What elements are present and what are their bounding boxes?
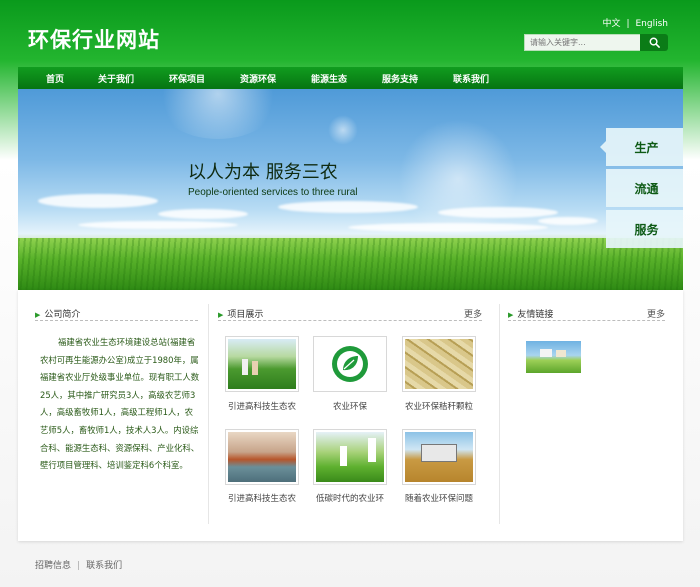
nav-item-service[interactable]: 服务支持 — [382, 72, 453, 85]
project-image-tea-field — [228, 339, 296, 389]
main-navigation: 首页 关于我们 环保项目 资源环保 能源生态 服务支持 联系我们 — [18, 67, 683, 89]
project-thumbnail[interactable] — [225, 336, 299, 392]
project-label[interactable]: 农业环保 — [305, 400, 395, 412]
banner-tab-production[interactable]: 生产 — [606, 128, 683, 166]
banner-tab-service[interactable]: 服务 — [606, 210, 683, 248]
column-divider — [208, 304, 209, 524]
cloud — [38, 194, 158, 208]
project-label[interactable]: 引进高科技生态农 — [217, 492, 307, 504]
about-title-text[interactable]: 公司简介 — [44, 310, 80, 320]
about-description: 福建省农业生态环境建设总站(福建省农村可再生能源办公室)成立于1980年，属福建… — [40, 337, 200, 471]
links-section-title: ▶ 友情链接 更多 — [508, 307, 665, 321]
hero-banner: 以人为本 服务三农 People-oriented services to th… — [18, 89, 683, 290]
project-image-eco-logo — [316, 339, 384, 389]
footer-separator: | — [77, 561, 81, 571]
arrow-right-icon: ▶ — [508, 311, 514, 319]
cloud — [78, 221, 238, 229]
project-image-harvester — [405, 432, 473, 482]
friend-link-image[interactable] — [526, 341, 581, 373]
lang-english-link[interactable]: English — [636, 19, 669, 29]
projects-title-text[interactable]: 项目展示 — [227, 310, 263, 320]
search-box — [524, 34, 668, 51]
nav-item-contact[interactable]: 联系我们 — [453, 72, 524, 85]
language-switcher: 中文 | English — [602, 16, 668, 29]
footer: 招聘信息 | 联系我们 — [35, 558, 122, 571]
project-label[interactable]: 农业环保秸秆颗粒 — [394, 400, 484, 412]
lang-separator: | — [626, 19, 630, 29]
project-thumbnail[interactable] — [313, 336, 387, 392]
lang-chinese-link[interactable]: 中文 — [602, 19, 620, 29]
project-image-farmers — [316, 432, 384, 482]
project-thumbnail[interactable] — [402, 336, 476, 392]
footer-link-jobs[interactable]: 招聘信息 — [35, 561, 71, 571]
project-image-pond — [228, 432, 296, 482]
content-panel: ▶ 公司简介 福建省农业生态环境建设总站(福建省农村可再生能源办公室)成立于198… — [18, 290, 683, 541]
search-input[interactable] — [524, 34, 642, 51]
arrow-right-icon: ▶ — [35, 311, 41, 319]
sun-flare — [398, 119, 518, 239]
project-label[interactable]: 随着农业环保问题 — [394, 492, 484, 504]
banner-slogan-english: People-oriented services to three rural — [188, 187, 358, 198]
cloud — [438, 207, 558, 218]
site-logo[interactable]: 环保行业网站 — [28, 24, 160, 54]
sun-flare — [153, 89, 283, 139]
project-thumbnail[interactable] — [313, 429, 387, 485]
project-thumbnail[interactable] — [402, 429, 476, 485]
nav-item-energy[interactable]: 能源生态 — [311, 72, 382, 85]
banner-slogan-chinese: 以人为本 服务三农 — [188, 162, 338, 183]
project-label[interactable]: 低碳时代的农业环 — [305, 492, 395, 504]
header: 环保行业网站 中文 | English — [0, 0, 700, 67]
cloud — [278, 201, 418, 213]
nav-item-projects[interactable]: 环保项目 — [169, 72, 240, 85]
search-button[interactable] — [640, 34, 668, 51]
banner-tab-circulation[interactable]: 流通 — [606, 169, 683, 207]
projects-more-link[interactable]: 更多 — [464, 307, 482, 320]
project-label[interactable]: 引进高科技生态农 — [217, 400, 307, 412]
sun-flare — [328, 115, 358, 145]
cloud — [538, 217, 598, 225]
project-thumbnail[interactable] — [225, 429, 299, 485]
nav-item-home[interactable]: 首页 — [46, 72, 98, 85]
arrow-right-icon: ▶ — [218, 311, 224, 319]
about-section-title: ▶ 公司简介 — [35, 307, 198, 321]
column-divider — [499, 304, 500, 524]
nav-item-resources[interactable]: 资源环保 — [240, 72, 311, 85]
nav-item-about[interactable]: 关于我们 — [98, 72, 169, 85]
search-icon — [649, 37, 660, 48]
links-more-link[interactable]: 更多 — [647, 307, 665, 320]
footer-link-contact[interactable]: 联系我们 — [86, 561, 122, 571]
grass-field — [18, 238, 683, 290]
banner-side-tabs: 生产 流通 服务 — [606, 128, 683, 251]
project-image-pellets — [405, 339, 473, 389]
projects-section-title: ▶ 项目展示 更多 — [218, 307, 482, 321]
cloud — [348, 223, 548, 232]
links-title-text[interactable]: 友情链接 — [517, 310, 553, 320]
cloud — [158, 209, 248, 219]
eco-leaf-logo-icon — [332, 346, 368, 382]
